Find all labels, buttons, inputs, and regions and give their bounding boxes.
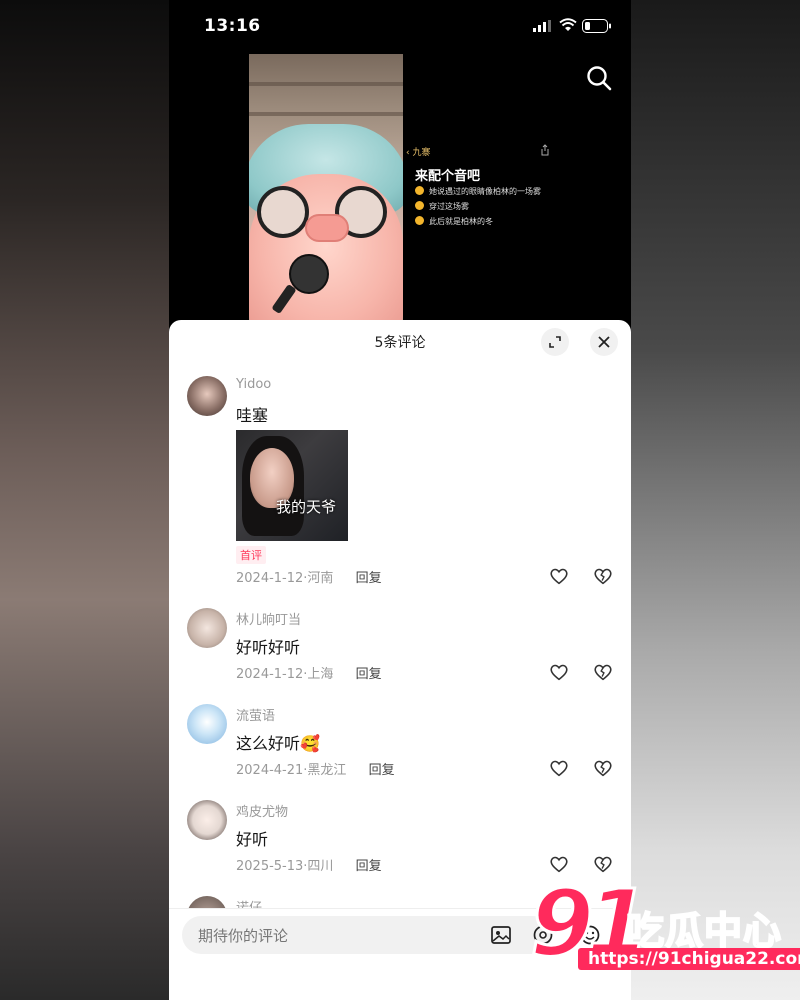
status-time: 13:16 (204, 16, 261, 36)
cellular-signal-icon (533, 20, 551, 32)
reply-button[interactable]: 回复 (356, 859, 382, 874)
wifi-icon (559, 18, 577, 31)
avatar[interactable] (187, 800, 227, 840)
comment-meta: 2024-1-12·上海 回复 (236, 667, 382, 682)
comment-location: 上海 (307, 667, 334, 682)
share-icon (541, 144, 549, 156)
comment-location: 黑龙江 (307, 763, 347, 778)
comment-meta: 2024-1-12·河南 回复 (236, 571, 382, 586)
overlay-item-text: 她说遇过的眼睛像柏林的一场雾 (429, 187, 541, 196)
avatar[interactable] (187, 896, 227, 908)
dislike-broken-heart-icon[interactable] (592, 661, 614, 683)
battery-icon (582, 19, 611, 33)
comment-meta: 2025-5-13·四川 回复 (236, 859, 382, 874)
comment-meta: 2024-4-21·黑龙江 回复 (236, 763, 395, 778)
comment-text: 好听好听 (236, 638, 301, 657)
overlay-item-text: 此后就是柏林的冬 (429, 217, 493, 226)
reply-button[interactable]: 回复 (369, 763, 395, 778)
comment-text: 哇塞 (236, 406, 269, 425)
comment-username[interactable]: 林儿晌叮当 (236, 609, 301, 628)
comment-sticker-image[interactable]: 我的天爷 (236, 430, 348, 541)
checkmark-icon (415, 186, 424, 195)
background-left (0, 0, 169, 1000)
comment-username[interactable]: 流萤语 (236, 705, 275, 724)
like-heart-icon[interactable] (548, 757, 570, 779)
overlay-back-label: 九寨 (412, 148, 431, 158)
like-heart-icon[interactable] (548, 661, 570, 683)
comment-location: 四川 (307, 859, 334, 874)
comment-text: 好听 (236, 830, 269, 849)
avatar[interactable] (187, 376, 227, 416)
like-heart-icon[interactable] (548, 565, 570, 587)
overlay-title: 来配个音吧 (415, 169, 481, 184)
search-icon[interactable] (585, 64, 613, 92)
close-button[interactable] (590, 328, 618, 356)
comment-username[interactable]: 鸡皮尤物 (236, 801, 288, 820)
phone-screen: 13:16 ‹ 九寨 来配个音吧 她说遇过的眼睛像柏林的一场雾 穿过这场雾 此后… (169, 0, 631, 1000)
comment-date: 2025-5-13 (236, 859, 304, 874)
sticker-text: 我的天爷 (276, 498, 337, 516)
video-frame[interactable] (249, 54, 403, 320)
avatar[interactable] (187, 608, 227, 648)
checkmark-icon (415, 216, 424, 225)
overlay-back: ‹ 九寨 (406, 148, 431, 158)
comment-input-bar (182, 916, 553, 956)
comment-username[interactable]: Yidoo (236, 377, 271, 392)
overlay-item: 她说遇过的眼睛像柏林的一场雾 (415, 186, 541, 197)
reply-button[interactable]: 回复 (356, 667, 382, 682)
overlay-item-text: 穿过这场雾 (429, 202, 469, 211)
bookshelf-line (249, 112, 403, 116)
watermark-url: https://91chigua22.com (578, 948, 800, 970)
overlay-item: 穿过这场雾 (415, 201, 469, 212)
bookshelf-line (249, 82, 403, 86)
dislike-broken-heart-icon[interactable] (592, 757, 614, 779)
reply-button[interactable]: 回复 (356, 571, 382, 586)
pig-glasses-left (257, 186, 309, 238)
comment-text: 这么好听🥰 (236, 730, 320, 754)
comment-date: 2024-1-12 (236, 571, 304, 586)
first-comment-badge: 首评 (236, 546, 266, 564)
comment-input[interactable] (196, 916, 480, 956)
watermark-name: 吃瓜中心 (625, 908, 783, 954)
smiling-hearts-emoji: 🥰 (300, 734, 320, 753)
comment-date: 2024-1-12 (236, 667, 304, 682)
comment-text-content: 这么好听 (236, 734, 301, 753)
avatar[interactable] (187, 704, 227, 744)
comment-date: 2024-4-21 (236, 763, 304, 778)
checkmark-icon (415, 201, 424, 210)
comment-username[interactable]: 诺仔 (236, 897, 262, 908)
watermark-logo: 91 吃瓜中心 https://91chigua22.com (528, 869, 800, 979)
pig-snout (305, 214, 349, 242)
status-bar: 13:16 (169, 0, 631, 54)
overlay-item: 此后就是柏林的冬 (415, 216, 493, 227)
close-icon (598, 336, 610, 348)
expand-icon (549, 336, 561, 348)
microphone-icon (289, 254, 329, 294)
image-icon[interactable] (490, 924, 512, 946)
comment-location: 河南 (307, 571, 334, 586)
expand-button[interactable] (541, 328, 569, 356)
background-right (631, 0, 800, 1000)
dislike-broken-heart-icon[interactable] (592, 565, 614, 587)
